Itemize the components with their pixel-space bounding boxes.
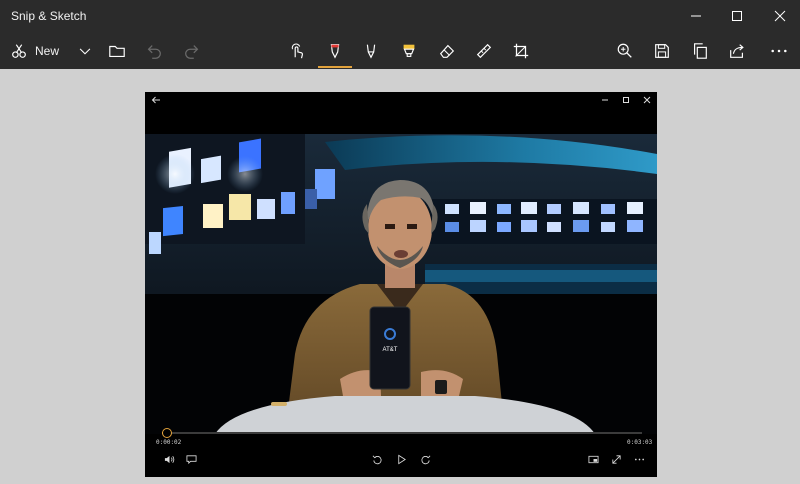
share-button[interactable] [724, 32, 750, 69]
player-title-bar [145, 92, 657, 108]
minimize-icon [691, 15, 701, 17]
phone-brand-label: AT&T [383, 347, 398, 353]
volume-icon [164, 455, 174, 463]
captions-button[interactable] [183, 452, 199, 466]
maximize-icon [623, 97, 629, 103]
close-icon [643, 96, 651, 104]
undo-icon [147, 44, 161, 59]
video-frame: AT&T [145, 134, 657, 434]
highlighter-button[interactable] [396, 32, 422, 69]
new-snip-icon [12, 43, 26, 58]
close-icon [774, 10, 786, 22]
active-tool-indicator [318, 66, 352, 68]
zoom-icon [617, 43, 632, 58]
share-icon [730, 43, 744, 58]
eraser-icon [439, 44, 455, 58]
total-duration: 0:03:03 [627, 439, 653, 446]
chevron-down-icon [79, 48, 91, 55]
save-button[interactable] [649, 32, 675, 69]
close-button[interactable] [760, 0, 800, 32]
open-file-button[interactable] [104, 32, 130, 69]
captured-screenshot[interactable]: AT&T 0:00:02 0:03:03 [145, 92, 657, 477]
play-icon [397, 454, 406, 464]
undo-button[interactable] [141, 32, 167, 69]
miniview-icon [588, 455, 598, 463]
play-button[interactable] [393, 452, 409, 466]
maximize-icon [732, 11, 742, 21]
app-title: Snip & Sketch [11, 9, 87, 23]
skip-back-icon [372, 455, 382, 464]
redo-button[interactable] [179, 32, 205, 69]
seek-track[interactable] [162, 428, 642, 438]
more-icon [771, 49, 787, 52]
player-back-button [151, 94, 161, 106]
minimize-icon [602, 99, 608, 101]
captions-icon [186, 454, 196, 464]
new-snip-options-button[interactable] [74, 32, 96, 69]
touch-writing-button[interactable] [284, 32, 310, 69]
toolbar: New [0, 32, 800, 69]
new-snip-button[interactable]: New [10, 32, 66, 69]
copy-icon [694, 42, 707, 59]
back-arrow-icon [151, 96, 160, 104]
title-bar: Snip & Sketch [0, 0, 800, 32]
more-button[interactable] [765, 32, 793, 69]
volume-button[interactable] [161, 452, 177, 466]
more-options-button[interactable] [631, 452, 647, 466]
ruler-icon [476, 43, 492, 58]
player-close [642, 94, 652, 106]
ballpoint-pen-button[interactable] [322, 32, 348, 69]
fullscreen-button[interactable] [608, 452, 624, 466]
copy-button[interactable] [687, 32, 713, 69]
skip-back-button[interactable] [369, 452, 385, 466]
monitor-strip [425, 199, 657, 244]
eraser-button[interactable] [434, 32, 460, 69]
crop-icon [513, 43, 529, 58]
miniview-button[interactable] [585, 452, 601, 466]
skip-forward-icon [420, 455, 430, 464]
crop-button[interactable] [508, 32, 534, 69]
more-options-icon [634, 458, 644, 460]
elapsed-time: 0:00:02 [156, 439, 182, 446]
pencil-button[interactable] [358, 32, 384, 69]
new-button-label: New [35, 43, 60, 58]
minimize-button[interactable] [676, 0, 716, 32]
skip-forward-button[interactable] [417, 452, 433, 466]
zoom-button[interactable] [612, 32, 638, 69]
folder-icon [109, 45, 125, 57]
player-minimize [600, 94, 610, 106]
pencil-icon [366, 44, 376, 59]
save-icon [655, 43, 669, 58]
touch-writing-icon [291, 42, 303, 58]
ruler-button[interactable] [471, 32, 497, 69]
highlighter-icon [403, 44, 415, 57]
player-maximize [621, 94, 631, 106]
ballpoint-pen-icon [330, 43, 340, 59]
seek-thumb[interactable] [162, 428, 173, 438]
fullscreen-icon [611, 454, 621, 464]
phone: AT&T [369, 306, 411, 390]
maximize-button[interactable] [717, 0, 757, 32]
redo-icon [185, 44, 199, 59]
